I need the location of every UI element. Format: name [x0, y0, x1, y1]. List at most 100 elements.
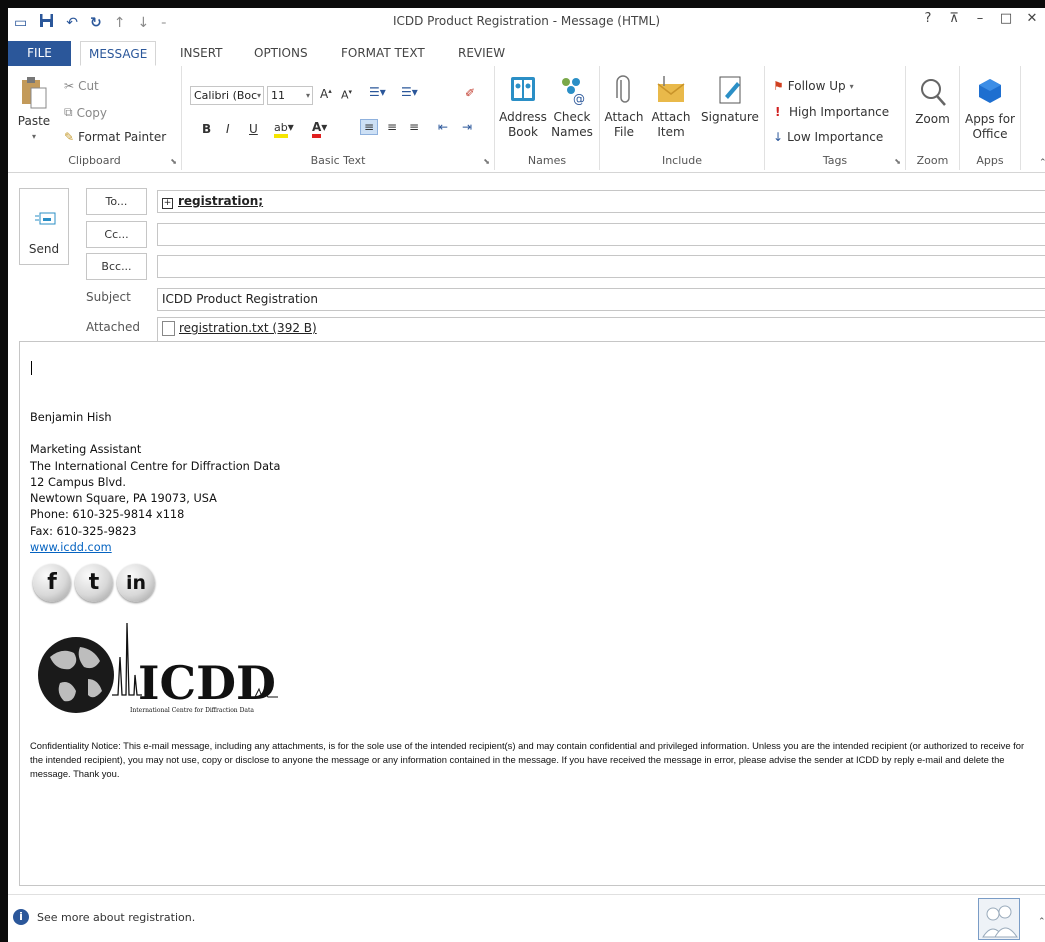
expand-group-icon[interactable]: + [162, 198, 173, 209]
copy-label: Copy [76, 105, 108, 120]
magnifier-icon [920, 79, 946, 106]
help-button[interactable]: ? [915, 11, 941, 26]
people-info-bar[interactable]: i See more about registration. [13, 909, 195, 925]
tags-group-label: Tags [822, 154, 848, 167]
italic-button[interactable]: I [226, 122, 230, 136]
tab-message[interactable]: MESSAGE [80, 41, 157, 66]
apps-for-office-label: Apps for Office [964, 112, 1015, 141]
social-links: f t in [33, 564, 155, 602]
grow-font-icon[interactable]: A▴ [320, 87, 332, 101]
subject-label: Subject [86, 290, 131, 304]
address-book-button[interactable]: Address Book [498, 74, 548, 140]
underline-button[interactable]: U [249, 122, 258, 136]
exclamation-icon: ! [775, 105, 781, 119]
paperclip-icon [616, 75, 630, 103]
clear-formatting-icon[interactable]: ✐ [465, 86, 475, 100]
facebook-icon[interactable]: f [33, 564, 71, 602]
font-color-icon[interactable]: A▾ [312, 120, 327, 138]
numbering-icon[interactable]: ☰▾ [401, 85, 418, 99]
high-importance-button[interactable]: ! High Importance [775, 105, 889, 119]
names-group: Address Book @ Check Names Names [495, 66, 600, 170]
dialog-launcher-icon[interactable]: ⬊ [170, 157, 177, 166]
subject-field[interactable]: ICDD Product Registration [157, 288, 1045, 311]
signature-address-line1: 12 Campus Blvd. [30, 475, 126, 489]
collapse-ribbon-icon[interactable]: ⌃ [1039, 158, 1045, 168]
send-button[interactable]: Send [19, 188, 69, 265]
low-importance-button[interactable]: ↓ Low Importance [773, 130, 883, 144]
format-painter-button[interactable]: ✎ Format Painter [64, 130, 166, 144]
tab-insert[interactable]: INSERT [180, 41, 223, 66]
dialog-launcher-icon[interactable]: ⬊ [483, 157, 490, 166]
apps-group-label: Apps [976, 154, 1004, 167]
highlight-icon[interactable]: ab▾ [274, 120, 294, 138]
signature-button[interactable]: Signature [700, 74, 760, 125]
tags-group: ⚑ Follow Up ▾ ! High Importance ↓ Low Im… [765, 66, 906, 170]
ribbon-tabs: FILE MESSAGE INSERT OPTIONS FORMAT TEXT … [8, 41, 1045, 67]
zoom-button[interactable]: Zoom [910, 76, 955, 127]
check-names-label: Check Names [551, 110, 593, 139]
bcc-field[interactable] [157, 255, 1045, 278]
dialog-launcher-icon[interactable]: ⬊ [894, 157, 901, 166]
zoom-group-label: Zoom [916, 154, 949, 167]
recipient-registration[interactable]: registration; [178, 194, 263, 208]
check-names-button[interactable]: @ Check Names [549, 74, 595, 140]
font-name-combo[interactable]: Calibri (Boc ▾ [190, 86, 264, 105]
person-placeholder-icon [982, 905, 1018, 938]
attached-field: registration.txt (392 B) [157, 317, 1045, 342]
high-importance-label: High Importance [789, 105, 890, 119]
bold-button[interactable]: B [202, 122, 211, 136]
check-names-icon: @ [562, 78, 585, 106]
decrease-indent-icon[interactable]: ⇤ [438, 120, 448, 134]
attachment-item[interactable]: registration.txt (392 B) [179, 321, 317, 335]
avatar[interactable] [978, 898, 1020, 940]
align-center-icon[interactable]: ≡ [387, 120, 397, 134]
close-button[interactable]: ✕ [1019, 11, 1045, 26]
signature-icon [719, 76, 741, 104]
bullets-icon[interactable]: ☰▾ [369, 85, 386, 99]
attach-item-button[interactable]: Attach Item [648, 74, 694, 140]
increase-indent-icon[interactable]: ⇥ [462, 120, 472, 134]
maximize-button[interactable]: □ [993, 11, 1019, 26]
minimize-button[interactable]: – [967, 11, 993, 26]
flag-icon: ⚑ [773, 79, 784, 93]
text-cursor [31, 361, 32, 375]
linkedin-icon[interactable]: in [117, 564, 155, 602]
address-book-icon [511, 77, 535, 101]
follow-up-button[interactable]: ⚑ Follow Up ▾ [773, 79, 854, 93]
cc-field[interactable] [157, 223, 1045, 246]
tab-options[interactable]: OPTIONS [254, 41, 308, 66]
tab-file[interactable]: FILE [8, 41, 71, 66]
people-pane: i See more about registration. ⌃ [8, 894, 1045, 942]
paste-button[interactable]: Paste ▾ [16, 76, 52, 144]
to-button[interactable]: To... [86, 188, 147, 215]
align-left-icon[interactable]: ≡ [360, 119, 379, 135]
envelope-attach-icon [657, 76, 685, 102]
apps-for-office-button[interactable]: Apps for Office [963, 76, 1017, 142]
attach-item-label: Attach Item [651, 110, 691, 139]
apps-group: Apps for Office Apps [960, 66, 1021, 170]
attach-file-button[interactable]: Attach File [602, 74, 646, 140]
tab-format-text[interactable]: FORMAT TEXT [341, 41, 425, 66]
copy-button[interactable]: ⧉ Copy [64, 105, 107, 120]
cut-button[interactable]: ✂ Cut [64, 79, 99, 93]
website-link[interactable]: www.icdd.com [30, 541, 112, 554]
tab-review[interactable]: REVIEW [458, 41, 505, 66]
align-right-icon[interactable]: ≡ [409, 120, 419, 134]
shrink-font-icon[interactable]: A▾ [341, 88, 352, 102]
expand-people-pane-icon[interactable]: ⌃ [1038, 917, 1045, 927]
ribbon-display-options-button[interactable]: ⊼ [941, 11, 967, 26]
to-field[interactable]: + registration; [157, 190, 1045, 213]
cut-label: Cut [78, 79, 99, 93]
chevron-down-icon: ▾ [305, 91, 310, 100]
paste-label: Paste [17, 114, 51, 128]
bcc-button[interactable]: Bcc... [86, 253, 147, 280]
title-bar: ▭ ↶ ↻ ↑ ↓ ₌ ICDD Product Registration - … [8, 8, 1045, 36]
send-label: Send [28, 242, 60, 256]
message-body[interactable]: Benjamin Hish Marketing Assistant The In… [19, 341, 1045, 886]
logo-wordmark: ICDD [138, 656, 276, 710]
font-size-combo[interactable]: 11 ▾ [267, 86, 313, 105]
brush-icon: ✎ [64, 130, 75, 144]
cc-button[interactable]: Cc... [86, 221, 147, 248]
include-group-label: Include [661, 154, 703, 167]
twitter-icon[interactable]: t [75, 564, 113, 602]
